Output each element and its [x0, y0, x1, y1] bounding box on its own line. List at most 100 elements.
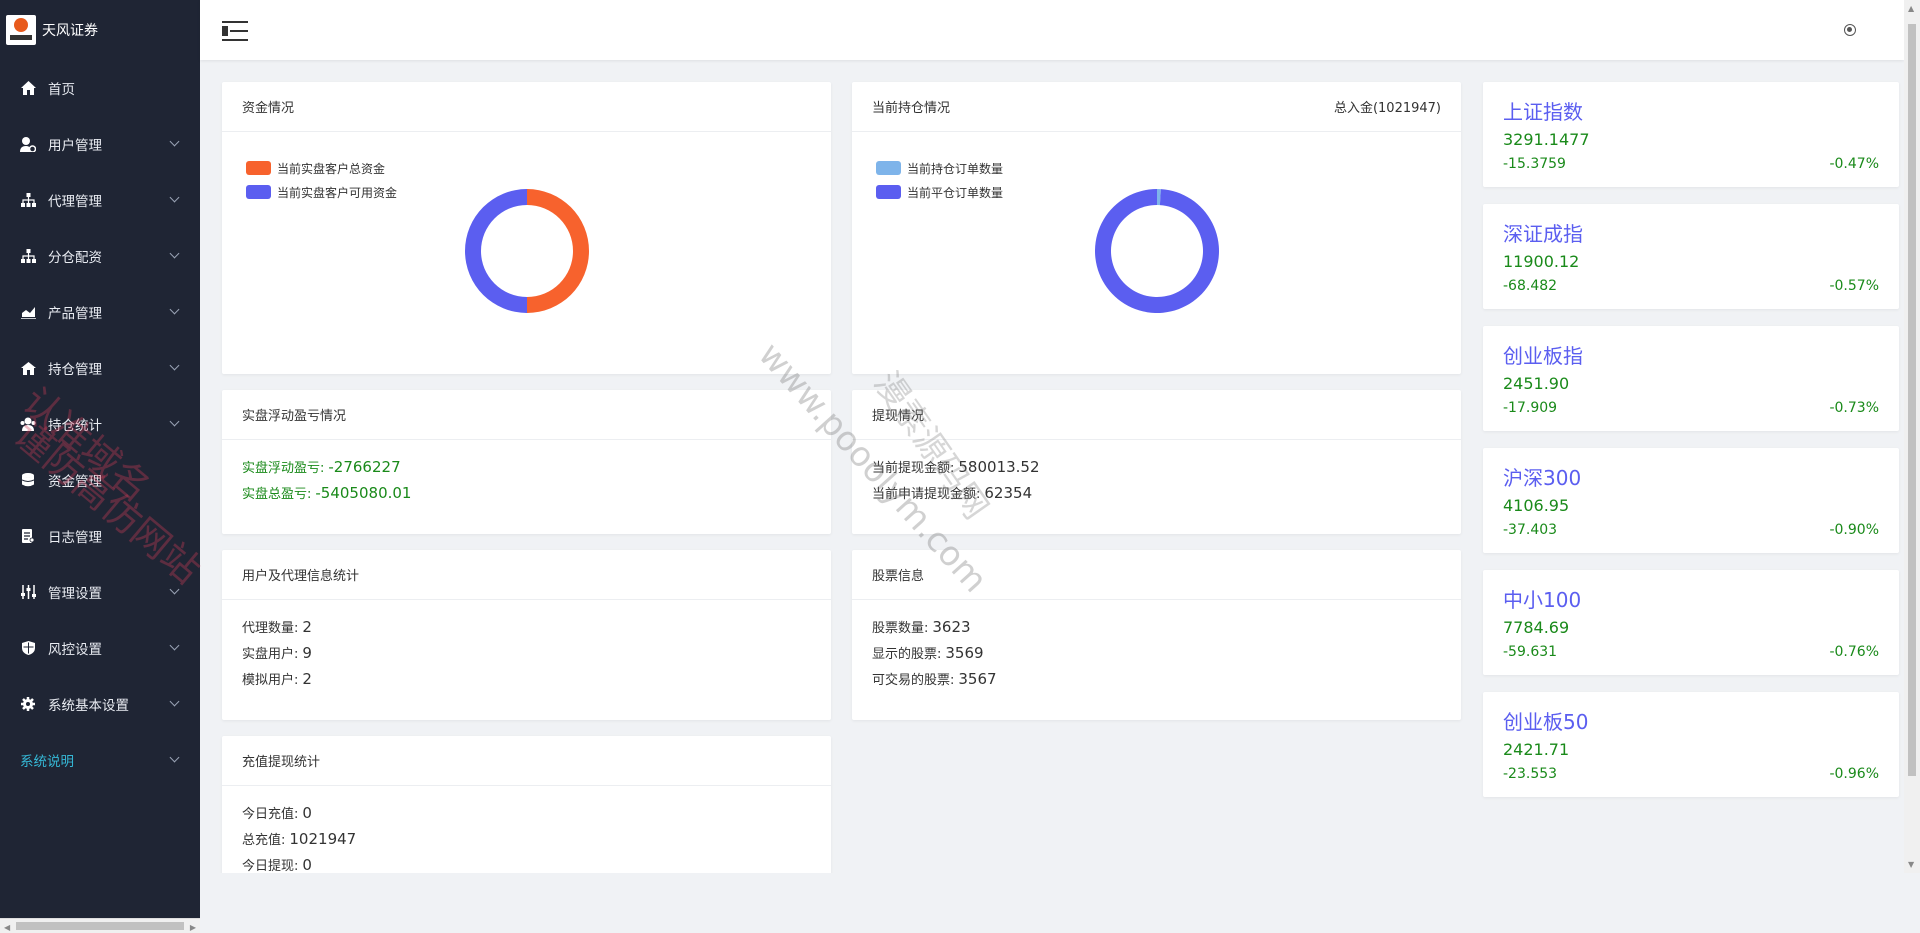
index-name[interactable]: 沪深300 — [1503, 462, 1581, 491]
index-change: -23.553 — [1503, 766, 1558, 782]
funds-card: 资金情况 当前实盘客户总资金 当前实盘客户可用资金 — [222, 82, 831, 374]
users-card: 用户及代理信息统计 代理数量: 2 实盘用户: 9 模拟用户: 2 — [222, 550, 831, 720]
legend-item[interactable]: 当前平仓订单数量 — [876, 180, 1003, 204]
index-card[interactable]: 创业板指 2451.90 -17.909 -0.73% — [1483, 326, 1899, 431]
sidebar-item-users[interactable]: 用户管理 — [0, 116, 200, 172]
donut-slice[interactable] — [465, 189, 527, 313]
legend-item[interactable]: 当前实盘客户可用资金 — [246, 180, 397, 204]
index-card[interactable]: 创业板50 2421.71 -23.553 -0.96% — [1483, 692, 1899, 797]
sidebar-item-label: 资金管理 — [48, 474, 102, 490]
scroll-up-icon[interactable]: ▲ — [1908, 4, 1914, 13]
scroll-left-icon[interactable]: ◀ — [4, 923, 10, 932]
sidebar-item-home[interactable]: 首页 — [0, 60, 200, 116]
database-icon — [20, 472, 36, 488]
legend-item[interactable]: 当前实盘客户总资金 — [246, 156, 397, 180]
legend-swatch — [246, 185, 271, 199]
stocks-card: 股票信息 股票数量: 3623 显示的股票: 3569 可交易的股票: 3567 — [852, 550, 1461, 720]
legend-item[interactable]: 当前持仓订单数量 — [876, 156, 1003, 180]
index-price: 4106.95 — [1503, 496, 1570, 515]
sidebar-item-risk-settings[interactable]: 风控设置 — [0, 620, 200, 676]
stat-value: 0 — [302, 804, 312, 822]
stat-value: -2766227 — [328, 458, 401, 476]
index-name[interactable]: 创业板50 — [1503, 706, 1588, 735]
donut-slice[interactable] — [527, 189, 589, 313]
stat-value: 0 — [302, 856, 312, 873]
stat-row: 代理数量: 2 — [242, 614, 811, 640]
sidebar-item-funds[interactable]: 资金管理 — [0, 452, 200, 508]
index-change: -37.403 — [1503, 522, 1558, 538]
sidebar-item-products[interactable]: 产品管理 — [0, 284, 200, 340]
sidebar-item-agents[interactable]: 代理管理 — [0, 172, 200, 228]
sidebar-item-system-note[interactable]: 系统说明 — [0, 732, 200, 788]
sidebar-item-label: 首页 — [48, 82, 75, 98]
scrollbar-thumb[interactable] — [1908, 24, 1916, 776]
sidebar-item-system-settings[interactable]: 系统基本设置 — [0, 676, 200, 732]
chevron-down-icon — [169, 304, 180, 315]
index-card[interactable]: 上证指数 3291.1477 -15.3759 -0.47% — [1483, 82, 1899, 187]
withdraw-card: 提现情况 当前提现金额: 580013.52 当前申请提现金额: 62354 — [852, 390, 1461, 534]
index-card[interactable]: 中小100 7784.69 -59.631 -0.76% — [1483, 570, 1899, 675]
chevron-down-icon — [169, 360, 180, 371]
donut-slice[interactable] — [1095, 189, 1219, 313]
index-price: 2421.71 — [1503, 740, 1570, 759]
index-card[interactable]: 沪深300 4106.95 -37.403 -0.90% — [1483, 448, 1899, 553]
sidebar-item-logs[interactable]: 日志管理 — [0, 508, 200, 564]
sidebar-item-label: 风控设置 — [48, 642, 102, 658]
index-name[interactable]: 深证成指 — [1503, 218, 1583, 247]
stat-label: 实盘总盈亏: — [242, 487, 312, 502]
house-icon — [20, 360, 36, 376]
index-name[interactable]: 上证指数 — [1503, 96, 1583, 125]
sidebar-item-admin-settings[interactable]: 管理设置 — [0, 564, 200, 620]
index-change-percent: -0.76% — [1829, 644, 1879, 660]
dashboard-content: 资金情况 当前实盘客户总资金 当前实盘客户可用资金 当前持仓情况 总入金(102… — [200, 60, 1904, 873]
sidebar-item-label: 持仓管理 — [48, 362, 102, 378]
legend-label: 当前实盘客户总资金 — [277, 161, 386, 176]
stat-label: 实盘用户: — [242, 647, 299, 662]
chevron-down-icon — [169, 416, 180, 427]
legend-label: 当前平仓订单数量 — [907, 185, 1004, 200]
logo-row[interactable]: 天风证券 — [0, 0, 200, 60]
index-change-percent: -0.90% — [1829, 522, 1879, 538]
index-name[interactable]: 创业板指 — [1503, 340, 1583, 369]
chevron-down-icon — [169, 696, 180, 707]
total-deposit-label: 总入金(1021947) — [1333, 101, 1441, 116]
index-price: 7784.69 — [1503, 618, 1570, 637]
menu-collapse-icon[interactable] — [222, 21, 248, 41]
positions-donut-chart[interactable] — [1085, 179, 1229, 323]
page-vertical-scrollbar[interactable]: ▲ ▼ — [1904, 0, 1920, 873]
app-name: 天风证券 — [42, 23, 98, 39]
users-icon — [20, 416, 36, 432]
card-title: 股票信息 — [872, 569, 925, 584]
settings-dot-icon[interactable] — [1844, 24, 1856, 36]
sidebar-item-position-stats[interactable]: 持仓统计 — [0, 396, 200, 452]
sidebar: 天风证券 首页 用户管理 代理管理 分仓配资 产品管理 持仓管理 持仓统计 资金… — [0, 0, 200, 918]
card-title: 资金情况 — [242, 101, 295, 116]
card-title: 充值提现统计 — [242, 755, 321, 770]
chart-icon — [20, 304, 36, 320]
chevron-down-icon — [169, 136, 180, 147]
stat-label: 今日充值: — [242, 807, 299, 822]
stat-row: 当前提现金额: 580013.52 — [872, 454, 1441, 480]
sidebar-item-allocation[interactable]: 分仓配资 — [0, 228, 200, 284]
card-title: 用户及代理信息统计 — [242, 569, 360, 584]
index-card[interactable]: 深证成指 11900.12 -68.482 -0.57% — [1483, 204, 1899, 309]
stat-label: 可交易的股票: — [872, 673, 955, 688]
scrollbar-thumb[interactable] — [16, 922, 184, 930]
sidebar-item-positions[interactable]: 持仓管理 — [0, 340, 200, 396]
index-change-percent: -0.96% — [1829, 766, 1879, 782]
sidebar-horizontal-scrollbar[interactable]: ◀ ▶ — [0, 918, 200, 933]
scroll-right-icon[interactable]: ▶ — [190, 923, 196, 932]
stat-row: 今日充值: 0 — [242, 800, 811, 826]
scroll-down-icon[interactable]: ▼ — [1908, 860, 1914, 869]
legend-label: 当前实盘客户可用资金 — [277, 185, 398, 200]
index-change-percent: -0.57% — [1829, 278, 1879, 294]
stat-row: 实盘用户: 9 — [242, 640, 811, 666]
index-change: -15.3759 — [1503, 156, 1566, 172]
chart-legend: 当前实盘客户总资金 当前实盘客户可用资金 — [246, 156, 397, 204]
funds-donut-chart[interactable] — [455, 179, 599, 323]
stat-value: 580013.52 — [958, 458, 1040, 476]
chevron-down-icon — [169, 192, 180, 203]
sidebar-item-label: 系统说明 — [20, 754, 74, 770]
stat-value: 2 — [302, 618, 312, 636]
index-name[interactable]: 中小100 — [1503, 584, 1581, 613]
